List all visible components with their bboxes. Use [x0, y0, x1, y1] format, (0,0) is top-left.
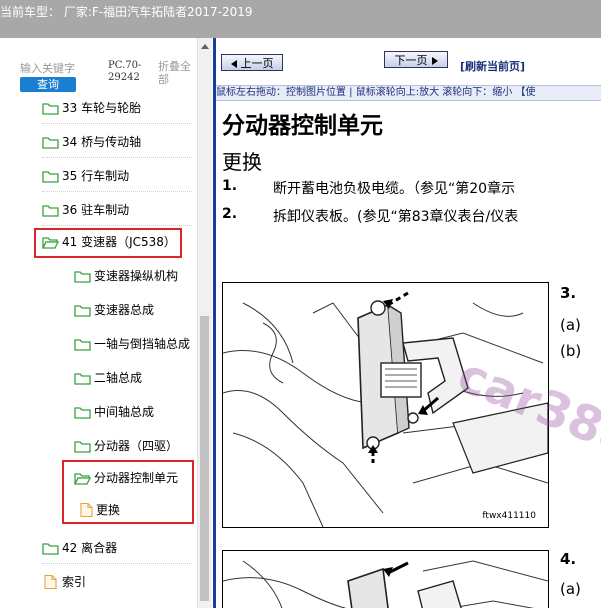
current-model-label: 当前车型： 厂家:F-福田汽车拓陆者2017-2019 [0, 5, 253, 19]
figure-control-unit-location: ftwx411110 [222, 282, 549, 528]
viewer-toolbar: 上一页 下一页 [刷新当前页] [216, 38, 601, 84]
chapter-tree: 33 车轮与轮胎 34 桥与传动轴 35 行车制动 36 驻车制动 41 变速器… [0, 94, 197, 608]
step-3b-label: (b) [560, 342, 582, 360]
folder-icon [74, 305, 91, 317]
scrollbar-thumb[interactable] [200, 316, 209, 601]
arrow-right-icon [431, 57, 438, 65]
step-2: 2. 拆卸仪表板。(参见“第83章仪表台/仪表 [222, 206, 601, 226]
collapse-all-button[interactable]: 折叠全部 [158, 60, 200, 86]
step-3-number: 3. [560, 284, 577, 302]
folder-open-icon [74, 473, 91, 485]
divider [42, 157, 192, 158]
tree-item-label: 更换 [96, 503, 121, 517]
tree-item-label: 变速器总成 [94, 303, 155, 317]
folder-icon [42, 103, 59, 115]
refresh-page-link[interactable]: [刷新当前页] [460, 58, 525, 74]
tree-item-label: 41 变速器（JC538） [62, 235, 176, 249]
step-number: 1. [222, 178, 238, 194]
folder-icon [74, 441, 91, 453]
divider [42, 225, 192, 226]
tree-item-label: 中间轴总成 [94, 405, 155, 419]
step-1: 1. 断开蓄电池负极电缆。（参见“第20章示 [222, 178, 601, 198]
tree-item-label: 一轴与倒挡轴总成 [94, 337, 191, 351]
document-icon [44, 575, 57, 589]
prev-page-button[interactable]: 上一页 [221, 54, 283, 71]
divider [42, 563, 192, 564]
keyword-input[interactable] [20, 60, 98, 76]
search-button[interactable]: 查询 [20, 77, 76, 92]
folder-icon [74, 339, 91, 351]
model-code: PC.70-29242 [108, 60, 142, 83]
step-3a-label: (a) [560, 316, 581, 334]
document-icon [80, 503, 93, 517]
divider [42, 191, 192, 192]
folder-icon [74, 271, 91, 283]
usage-hint-bar: 鼠标左右拖动：控制图片位置 | 鼠标滚轮向上:放大 滚轮向下：缩小 【使 [216, 85, 601, 101]
tree-item-label: 二轴总成 [94, 371, 143, 385]
tree-item-label: 分动器（四驱） [94, 439, 179, 453]
step-4-number: 4. [560, 550, 577, 568]
title-bar: 当前车型： 厂家:F-福田汽车拓陆者2017-2019 [0, 0, 601, 38]
document-viewer: 上一页 下一页 [刷新当前页] 鼠标左右拖动：控制图片位置 | 鼠标滚轮向上:放… [213, 38, 601, 608]
next-page-button[interactable]: 下一页 [384, 51, 448, 68]
tree-item-label: 42 离合器 [62, 541, 118, 555]
tree-item-label: 变速器操纵机构 [94, 269, 179, 283]
prev-page-label: 上一页 [240, 57, 274, 70]
tree-item-label: 34 桥与传动轴 [62, 135, 142, 149]
figure-control-unit-removal [222, 550, 549, 608]
step-number: 2. [222, 206, 238, 222]
left-panel: 查询 PC.70-29242 折叠全部 33 车轮与轮胎 34 桥与传动轴 35… [0, 38, 212, 608]
tree-item-label: 分动器控制单元 [94, 471, 179, 485]
tree-item-label: 索引 [62, 575, 87, 589]
folder-icon [74, 373, 91, 385]
figure-code: ftwx411110 [482, 511, 536, 521]
tree-scrollbar[interactable] [197, 38, 212, 608]
tree-item-label: 35 行车制动 [62, 169, 130, 183]
search-area: 查询 PC.70-29242 折叠全部 [12, 48, 202, 92]
section-heading: 更换 [222, 150, 262, 174]
line-drawing-illustration [223, 560, 548, 608]
line-drawing-illustration [223, 291, 548, 527]
step-text: 断开蓄电池负极电缆。（参见“第20章示 [273, 181, 516, 197]
folder-open-icon [42, 237, 59, 249]
folder-icon [42, 137, 59, 149]
next-page-label: 下一页 [394, 54, 428, 67]
arrow-left-icon [230, 60, 237, 68]
folder-icon [42, 171, 59, 183]
document-content: 分动器控制单元 更换 1. 断开蓄电池负极电缆。（参见“第20章示 2. 拆卸仪… [216, 102, 601, 608]
folder-icon [42, 543, 59, 555]
step-4a-label: (a) [560, 580, 581, 598]
tree-item-label: 36 驻车制动 [62, 203, 130, 217]
page-title: 分动器控制单元 [222, 113, 383, 139]
step-text: 拆卸仪表板。(参见“第83章仪表台/仪表 [273, 209, 519, 225]
scroll-up-arrow-icon[interactable] [201, 44, 209, 49]
divider [42, 123, 192, 124]
folder-icon [42, 205, 59, 217]
tree-item-label: 33 车轮与轮胎 [62, 101, 142, 115]
folder-icon [74, 407, 91, 419]
